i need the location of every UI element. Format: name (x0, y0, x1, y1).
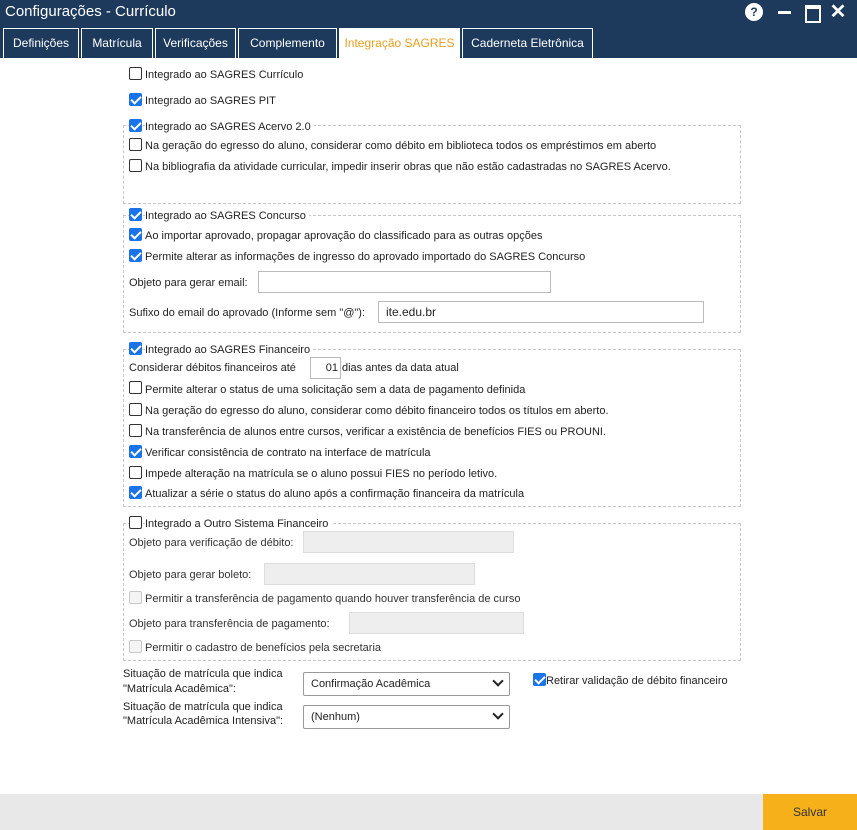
verificacao-debito-label: Objeto para verificação de débito: (129, 537, 294, 549)
situacao-intensiva-select[interactable]: (Nenhum) (303, 705, 510, 729)
financeiro-option-checkbox[interactable] (129, 424, 142, 437)
concurso-option-checkbox[interactable] (129, 249, 142, 262)
concurso-option-checkbox[interactable] (129, 228, 142, 241)
situacao-intensiva-label: "Matrícula Acadêmica Intensiva": (123, 715, 284, 727)
situacao-academica-label: "Matrícula Acadêmica": (123, 683, 236, 695)
concurso-option-label: Ao importar aprovado, propagar aprovação… (145, 230, 543, 242)
gerar-boleto-input[interactable] (264, 563, 475, 585)
acervo-label: Integrado ao SAGRES Acervo 2.0 (145, 121, 314, 133)
acervo-option-label: Na geração do egresso do aluno, consider… (145, 140, 657, 152)
chevron-down-icon (492, 708, 504, 720)
curriculo-label: Integrado ao SAGRES Currículo (145, 69, 304, 81)
email-object-input[interactable] (258, 271, 551, 293)
tab-complemento[interactable]: Complemento (238, 28, 337, 58)
financeiro-option-checkbox[interactable] (129, 466, 142, 479)
debitos-suffix-label: dias antes da data atual (342, 362, 459, 374)
situacao-academica-label: Situação de matrícula que indica (123, 668, 283, 680)
close-icon[interactable]: ✕ (829, 2, 847, 22)
situacao-intensiva-label: Situação de matrícula que indica (123, 701, 283, 713)
financeiro-option-label: Permite alterar o status de uma solicita… (145, 384, 526, 396)
debitos-prefix-label: Considerar débitos financeiros até (129, 362, 296, 374)
email-object-label: Objeto para gerar email: (129, 277, 248, 289)
tab-integracao-sagres[interactable]: Integração SAGRES (339, 28, 460, 58)
cadastro-beneficios-label: Permitir o cadastro de benefícios pela s… (145, 642, 382, 654)
transferencia-pagamento-input[interactable] (349, 612, 524, 634)
financeiro-option-label: Na geração do egresso do aluno, consider… (145, 405, 609, 417)
financeiro-option-label: Impede alteração na matrícula se o aluno… (145, 468, 498, 480)
debitos-days-input[interactable]: 01 (310, 357, 341, 379)
tab-caderneta-eletronica[interactable]: Caderneta Eletrônica (462, 28, 593, 58)
situacao-intensiva-value: (Nenhum) (311, 711, 360, 723)
outro-label: Integrado a Outro Sistema Financeiro (145, 518, 332, 530)
pit-label: Integrado ao SAGRES PIT (145, 95, 276, 107)
tab-definicoes[interactable]: Definições (3, 28, 79, 58)
title-bar: Configurações - Currículo ? ✕ (0, 0, 857, 24)
retirar-validacao-label: Retirar validação de débito financeiro (546, 675, 728, 687)
retirar-validacao-checkbox[interactable] (533, 673, 546, 686)
concurso-checkbox[interactable] (129, 208, 142, 221)
financeiro-option-checkbox[interactable] (129, 381, 142, 394)
financeiro-option-checkbox[interactable] (129, 486, 142, 499)
save-button[interactable]: Salvar (763, 794, 857, 830)
situacao-academica-select[interactable]: Confirmação Acadêmica (303, 672, 510, 696)
acervo-option-checkbox[interactable] (129, 159, 142, 172)
email-suffix-input[interactable]: ite.edu.br (378, 301, 704, 323)
transferencia-pagamento-cb-label: Permitir a transferência de pagamento qu… (145, 593, 521, 605)
chevron-down-icon (492, 675, 504, 687)
concurso-option-label: Permite alterar as informações de ingres… (145, 251, 586, 263)
tab-bar: Definições Matrícula Verificações Comple… (0, 24, 857, 58)
curriculo-checkbox[interactable] (129, 67, 142, 80)
tab-matricula[interactable]: Matrícula (81, 28, 153, 58)
footer-bar (0, 794, 857, 830)
situacao-academica-value: Confirmação Acadêmica (311, 678, 431, 690)
transferencia-pagamento-label: Objeto para transferência de pagamento: (129, 618, 330, 630)
minimize-icon[interactable] (776, 3, 794, 21)
cadastro-beneficios-checkbox[interactable] (129, 640, 142, 653)
gerar-boleto-label: Objeto para gerar boleto: (129, 569, 252, 581)
verificacao-debito-input[interactable] (303, 531, 514, 553)
transferencia-pagamento-checkbox[interactable] (129, 591, 142, 604)
financeiro-option-label: Atualizar a série o status do aluno após… (145, 488, 525, 500)
acervo-option-label: Na bibliografia da atividade curricular,… (145, 161, 671, 173)
pit-checkbox[interactable] (129, 93, 142, 106)
financeiro-option-checkbox[interactable] (129, 445, 142, 458)
window-title: Configurações - Currículo (5, 3, 176, 20)
acervo-checkbox[interactable] (129, 119, 142, 132)
outro-checkbox[interactable] (129, 516, 142, 529)
financeiro-option-label: Verificar consistência de contrato na in… (145, 447, 431, 459)
acervo-option-checkbox[interactable] (129, 138, 142, 151)
financeiro-option-label: Na transferência de alunos entre cursos,… (145, 426, 606, 438)
concurso-label: Integrado ao SAGRES Concurso (145, 210, 309, 222)
email-suffix-label: Sufixo do email do aprovado (Informe sem… (129, 307, 366, 319)
tab-verificacoes[interactable]: Verificações (155, 28, 236, 58)
financeiro-checkbox[interactable] (129, 342, 142, 355)
financeiro-label: Integrado ao SAGRES Financeiro (145, 344, 314, 356)
maximize-icon[interactable] (803, 3, 821, 23)
help-icon[interactable]: ? (745, 3, 763, 21)
financeiro-option-checkbox[interactable] (129, 403, 142, 416)
